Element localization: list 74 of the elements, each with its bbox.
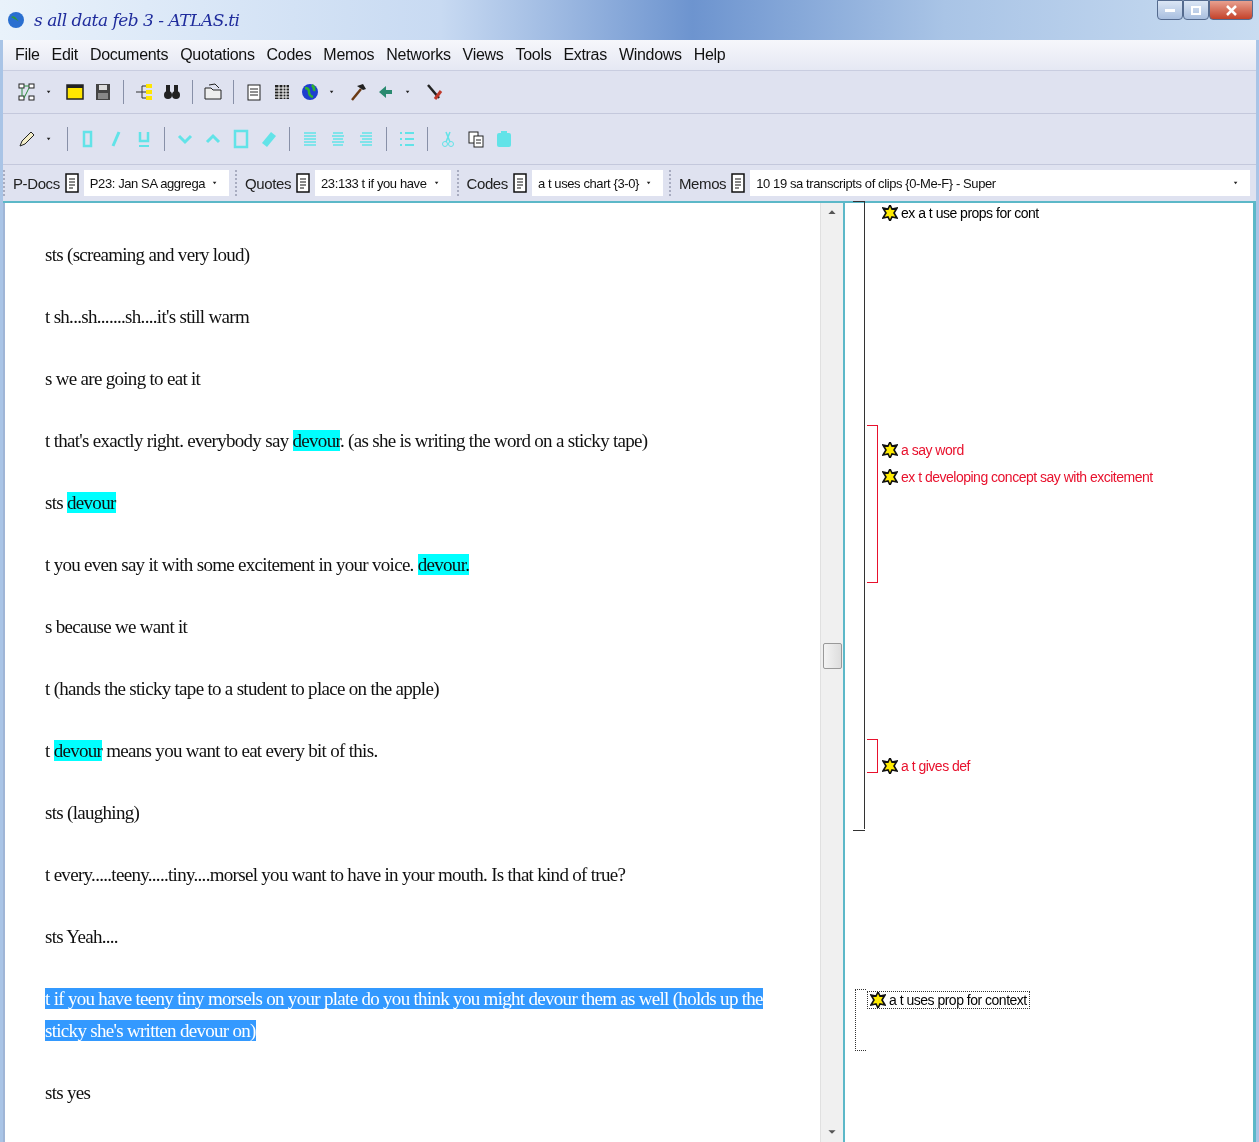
dropdown[interactable]: a t uses chart {3-0} — [531, 170, 663, 196]
transcript-line: t sh...sh.......sh....it's still warm — [45, 305, 251, 329]
code-label[interactable]: ex t developing concept say with excitement — [879, 468, 1156, 486]
close-button[interactable] — [1209, 0, 1253, 20]
save-icon[interactable] — [93, 82, 113, 102]
transcript-line: sts devour — [45, 491, 118, 515]
transcript-line: sts yes — [45, 1081, 92, 1105]
code-label[interactable]: a t gives def — [879, 757, 973, 775]
hammer-icon[interactable] — [348, 82, 368, 102]
close-icon — [1225, 4, 1237, 16]
transcript-line: t you even say it with some excitement in your voice. devour. — [45, 553, 471, 577]
menu-item[interactable]: Edit — [45, 46, 84, 64]
tree-icon[interactable] — [134, 82, 154, 102]
minimize-button[interactable] — [1157, 0, 1183, 20]
minimize-icon — [1165, 8, 1175, 12]
transcript-line: sts (laughing) — [45, 801, 141, 825]
star-icon — [882, 758, 898, 774]
selector-label: Quotes — [245, 174, 292, 192]
window-title: s all data feb 3 - ATLAS.ti — [34, 10, 240, 30]
selector-label: P-Docs — [13, 174, 60, 192]
menu-item[interactable]: Help — [687, 46, 732, 64]
list-icon — [397, 129, 417, 149]
globe-icon — [6, 10, 26, 30]
eraser-icon — [259, 129, 279, 149]
transcript-line: t (hands the sticky tape to a student to place on the apple) — [45, 677, 440, 701]
document-icon[interactable] — [730, 173, 747, 193]
transcript-line: sts (screaming and very loud) — [45, 243, 251, 267]
code-label[interactable]: a t uses prop for context — [867, 991, 1030, 1009]
maximize-icon — [1191, 5, 1201, 15]
pen-icon[interactable] — [17, 129, 37, 149]
menu-item[interactable]: Quotations — [174, 46, 261, 64]
scrollbar[interactable] — [820, 203, 843, 1142]
scroll-thumb[interactable] — [823, 643, 842, 669]
code-bracket — [855, 989, 866, 1051]
window-icon[interactable] — [65, 82, 85, 102]
transcript-line: sts Yeah.... — [45, 925, 119, 949]
menu-item[interactable]: Tools — [509, 46, 558, 64]
selector-label: Codes — [466, 174, 508, 192]
menu-item[interactable]: Codes — [260, 46, 318, 64]
star-icon — [882, 205, 898, 221]
transcript-line: s because we want it — [45, 615, 189, 639]
document-icon[interactable] — [63, 173, 80, 193]
globe-icon[interactable] — [300, 82, 320, 102]
network-icon[interactable] — [17, 82, 37, 102]
menu-item[interactable]: File — [9, 46, 46, 64]
page-icon — [231, 129, 251, 149]
dropdown[interactable]: P23: Jan SA aggrega — [83, 170, 230, 196]
grid-icon[interactable] — [272, 82, 292, 102]
star-icon — [882, 442, 898, 458]
star-icon — [882, 469, 898, 485]
menu-item[interactable]: Views — [456, 46, 510, 64]
document-icon[interactable] — [295, 173, 312, 193]
dropdown[interactable]: 10 19 sa transcripts of clips {0-Me-F} - Super — [750, 170, 1250, 196]
selector-label: Memos — [679, 174, 727, 192]
code-label[interactable]: ex a t use props for cont — [879, 204, 1042, 222]
document-icon[interactable] — [511, 173, 528, 193]
menu-item[interactable]: Documents — [83, 46, 175, 64]
menu-item[interactable]: Windows — [612, 46, 688, 64]
menu-item[interactable]: Networks — [380, 46, 457, 64]
star-icon — [870, 992, 886, 1008]
maximize-button[interactable] — [1183, 0, 1209, 20]
pickaxe-icon[interactable] — [424, 82, 444, 102]
clipboard-icon[interactable] — [244, 82, 264, 102]
code-bracket — [867, 739, 878, 773]
menu-item[interactable]: Memos — [317, 46, 381, 64]
paste-icon — [494, 129, 514, 149]
transcript-line: s we are going to eat it — [45, 367, 202, 391]
transcript-line: t every.....teeny.....tiny....morsel you want to have in your mouth. Is that kind of true? — [45, 863, 627, 887]
menu-item[interactable]: Extras — [557, 46, 613, 64]
copy-icon[interactable] — [466, 129, 486, 149]
dropdown[interactable]: 23:133 t if you have — [315, 170, 451, 196]
code-label[interactable]: a say word — [879, 441, 967, 459]
binoculars-icon[interactable] — [162, 82, 182, 102]
folder-icon[interactable] — [203, 82, 223, 102]
